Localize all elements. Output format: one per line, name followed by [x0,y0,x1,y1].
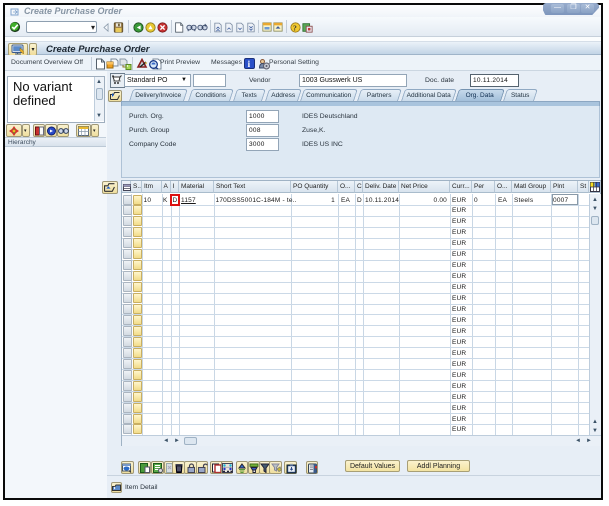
svg-text:?: ? [293,23,297,32]
